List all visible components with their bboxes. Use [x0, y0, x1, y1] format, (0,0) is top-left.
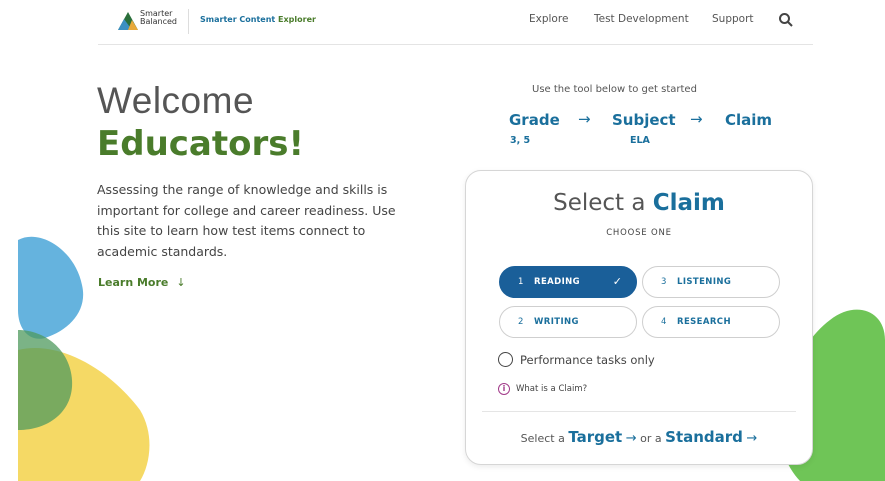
select-a-label: Select a [520, 432, 569, 445]
step-claim[interactable]: Claim [725, 111, 772, 129]
claim-label: RESEARCH [677, 317, 731, 327]
nav-explore[interactable]: Explore [529, 13, 568, 25]
performance-tasks-label: Performance tasks only [520, 353, 655, 367]
logo-mark-icon [118, 12, 138, 30]
watercolor-decoration-left [18, 236, 150, 481]
step-subject-value: ELA [630, 135, 650, 146]
claim-label: LISTENING [677, 277, 732, 287]
arrow-right-icon: → [625, 431, 637, 446]
claim-label: READING [534, 277, 581, 287]
app-name[interactable]: Smarter Content Explorer [200, 15, 316, 24]
claim-number: 1 [518, 277, 524, 287]
check-icon: ✓ [612, 275, 622, 288]
arrow-right-icon: → [746, 431, 758, 446]
intro-text: Assessing the range of knowledge and ski… [97, 182, 396, 259]
page: Smarter Balanced Smarter Content Explore… [0, 0, 885, 481]
educators-heading: Educators! [97, 124, 304, 164]
card-title: Select a Claim [466, 190, 812, 216]
nav-test-development[interactable]: Test Development [594, 13, 689, 25]
info-icon: i [498, 383, 510, 395]
header-divider [98, 44, 813, 45]
logo-divider [188, 9, 189, 34]
step-grade-value: 3, 5 [510, 135, 531, 146]
app-name-accent: Explorer [278, 15, 316, 24]
claim-number: 3 [661, 277, 667, 287]
card-title-strong: Claim [652, 190, 725, 216]
search-icon [779, 13, 793, 27]
welcome-heading: Welcome [97, 80, 255, 121]
arrow-right-icon: → [690, 110, 703, 128]
claim-number: 4 [661, 317, 667, 327]
card-divider [482, 411, 796, 412]
card-title-prefix: Select a [553, 190, 653, 216]
arrow-right-icon: → [578, 110, 591, 128]
what-is-claim-label: What is a Claim? [516, 384, 588, 394]
tool-hint: Use the tool below to get started [532, 84, 697, 95]
step-grade[interactable]: Grade [509, 111, 560, 129]
site-header: Smarter Balanced Smarter Content Explore… [0, 0, 885, 44]
standard-link[interactable]: Standard [665, 428, 743, 446]
choose-one-label: CHOOSE ONE [606, 228, 672, 238]
smarter-balanced-logo[interactable]: Smarter Balanced [118, 10, 180, 32]
app-name-primary: Smarter Content [200, 15, 279, 24]
claim-option-reading[interactable]: 1 READING ✓ [499, 266, 637, 298]
arrow-down-icon: ↓ [176, 276, 186, 289]
claim-number: 2 [518, 317, 524, 327]
step-subject[interactable]: Subject [612, 111, 676, 129]
claim-option-listening[interactable]: 3 LISTENING [642, 266, 780, 298]
search-button[interactable] [778, 12, 794, 28]
radio-circle-icon[interactable] [498, 352, 513, 367]
claim-card: Select a Claim CHOOSE ONE 1 READING ✓ 3 … [465, 170, 813, 465]
nav-support[interactable]: Support [712, 13, 754, 25]
claim-option-research[interactable]: 4 RESEARCH [642, 306, 780, 338]
claim-option-writing[interactable]: 2 WRITING [499, 306, 637, 338]
learn-more-label: Learn More [98, 276, 169, 289]
learn-more-link[interactable]: Learn More ↓ [98, 276, 186, 289]
target-link[interactable]: Target [568, 428, 622, 446]
target-standard-row: Select a Target → or a Standard → [466, 428, 812, 446]
or-a-label: or a [640, 432, 662, 445]
claim-label: WRITING [534, 317, 579, 327]
logo-text-line2: Balanced [140, 17, 177, 26]
